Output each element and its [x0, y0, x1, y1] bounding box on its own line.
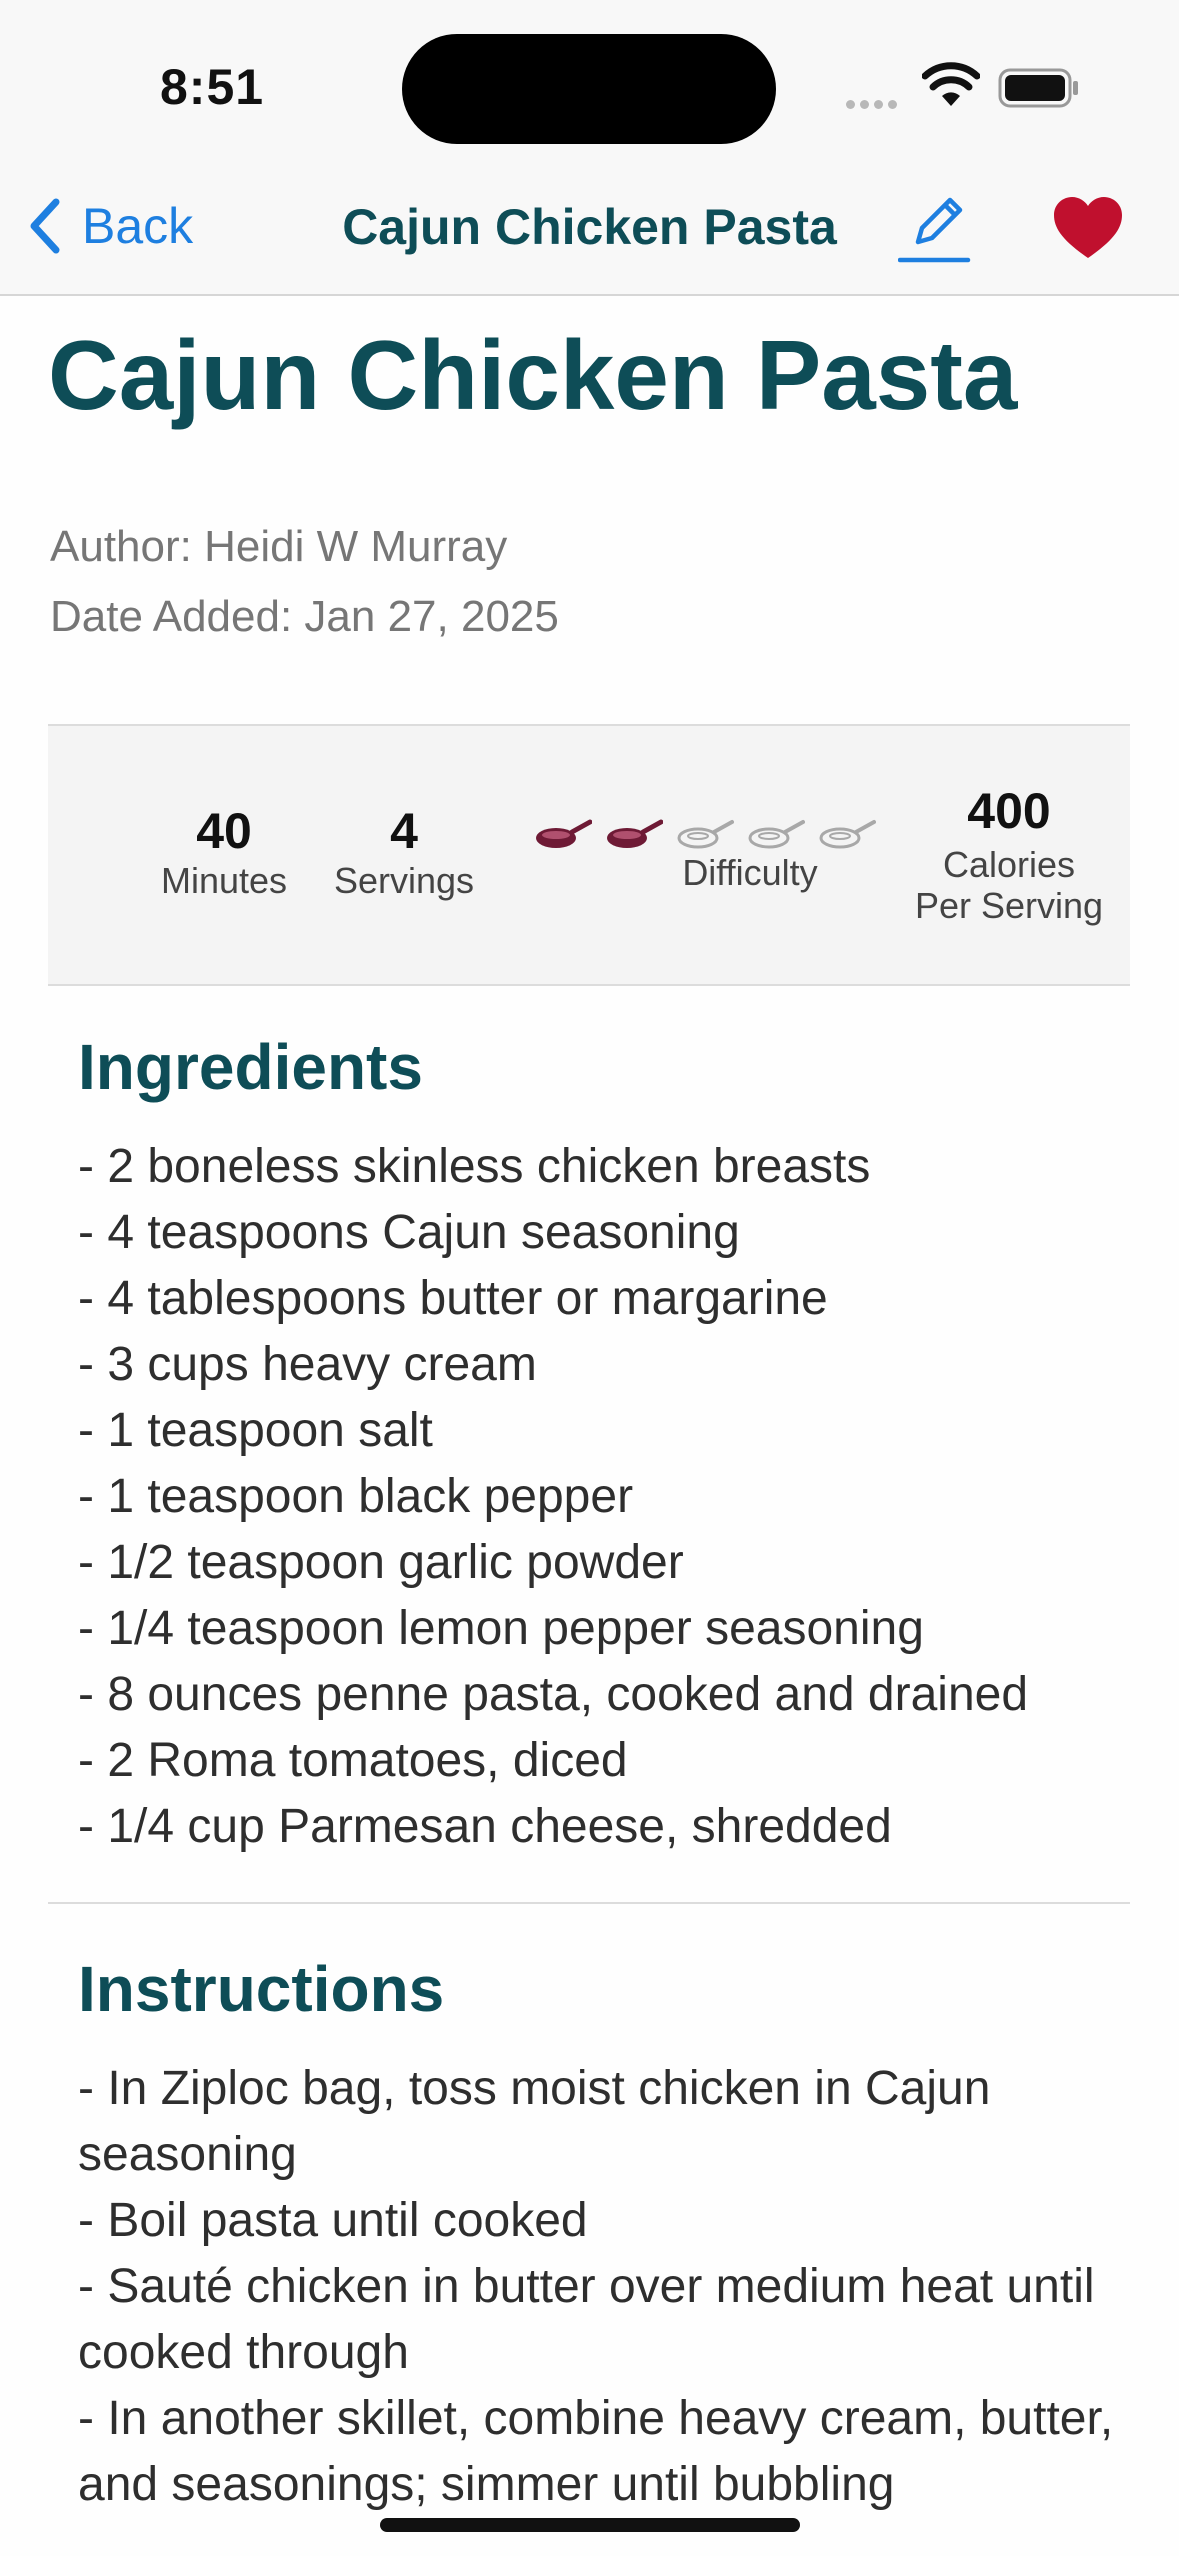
ingredient-item: - 2 Roma tomatoes, diced	[78, 1734, 628, 1787]
heart-icon[interactable]	[1052, 196, 1124, 260]
instruction-item: - Sauté chicken in butter over medium he…	[78, 2260, 1095, 2379]
section-divider	[48, 1902, 1130, 1904]
pan-icon-empty	[748, 820, 805, 849]
calories-label-line2: Per Serving	[914, 885, 1104, 927]
wifi-icon	[922, 62, 980, 106]
ingredient-item: - 1/2 teaspoon garlic powder	[78, 1536, 684, 1589]
calories-label-line1: Calories	[942, 844, 1076, 885]
instruction-item: - In Ziploc bag, toss moist chicken in C…	[78, 2062, 991, 2181]
dynamic-island	[402, 34, 776, 144]
ingredient-item: - 8 ounces penne pasta, cooked and drain…	[78, 1668, 1029, 1721]
ingredients-list: - 2 boneless skinless chicken breasts - 4…	[78, 1134, 1138, 1860]
ingredient-item: - 3 cups heavy cream	[78, 1338, 537, 1391]
instruction-item: - Boil pasta until cooked	[78, 2194, 588, 2247]
pan-icon-filled	[536, 819, 592, 848]
pan-icon-empty	[677, 820, 734, 849]
back-button[interactable]: Back	[24, 196, 193, 256]
navigation-bar: Back Cajun Chicken Pasta	[0, 160, 1179, 296]
recipe-stats-panel: 40 Minutes 4 Servings Difficulty 400 Cal…	[48, 724, 1130, 986]
recipe-date-added: Date Added: Jan 27, 2025	[50, 592, 559, 641]
cellular-signal-icon	[846, 96, 902, 114]
ingredient-item: - 1/4 cup Parmesan cheese, shredded	[78, 1800, 892, 1853]
ingredient-item: - 4 tablespoons butter or margarine	[78, 1272, 828, 1325]
status-time: 8:51	[160, 59, 265, 115]
pan-icon-empty	[819, 820, 876, 849]
servings-label: Servings	[333, 860, 475, 901]
stat-calories: 400 Calories Per Serving	[878, 782, 1140, 927]
chevron-left-icon	[30, 198, 60, 254]
recipe-title: Cajun Chicken Pasta	[48, 320, 1018, 430]
status-bar: 8:51	[0, 0, 1179, 160]
ingredient-item: - 2 boneless skinless chicken breasts	[78, 1140, 871, 1193]
ingredient-item: - 1 teaspoon salt	[78, 1404, 433, 1457]
battery-icon	[998, 68, 1078, 108]
difficulty-rating	[534, 816, 889, 852]
pencil-icon[interactable]	[898, 190, 972, 266]
instructions-list: - In Ziploc bag, toss moist chicken in C…	[78, 2056, 1138, 2518]
servings-value: 4	[390, 803, 418, 859]
ingredients-title: Ingredients	[78, 1031, 423, 1103]
instructions-title: Instructions	[78, 1953, 445, 2025]
stat-servings: 4 Servings	[276, 802, 532, 901]
home-indicator	[380, 2518, 800, 2532]
ingredient-item: - 4 teaspoons Cajun seasoning	[78, 1206, 740, 1259]
recipe-author: Author: Heidi W Murray	[50, 522, 508, 571]
ingredient-item: - 1/4 teaspoon lemon pepper seasoning	[78, 1602, 924, 1655]
pan-icon-filled	[607, 819, 663, 848]
ingredient-item: - 1 teaspoon black pepper	[78, 1470, 634, 1523]
instruction-item: - In another skillet, combine heavy crea…	[78, 2392, 1114, 2511]
calories-value: 400	[967, 783, 1051, 839]
back-button-label: Back	[82, 198, 194, 254]
